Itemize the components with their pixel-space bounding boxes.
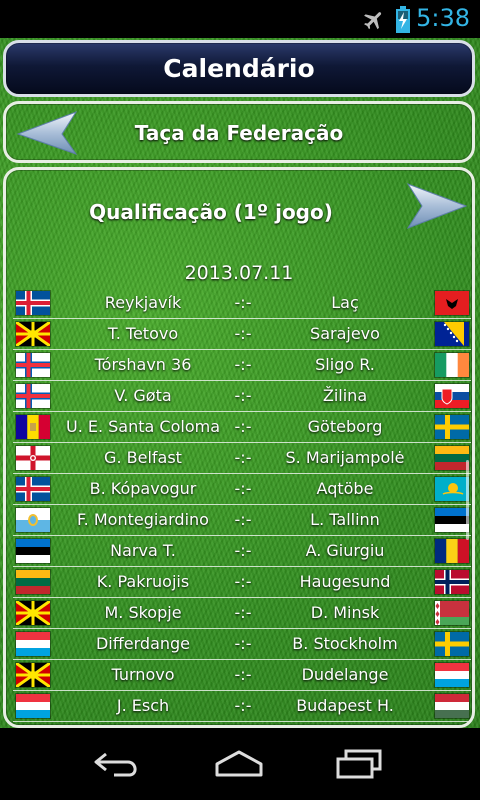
away-team: A. Giurgiu: [305, 541, 385, 560]
home-flag-icon: [16, 415, 50, 439]
away-flag-icon: [435, 353, 469, 377]
home-flag-icon: [16, 384, 50, 408]
scrollbar[interactable]: [466, 460, 469, 540]
home-icon[interactable]: [214, 748, 264, 780]
match-row[interactable]: Turnovo -:- Dudelange: [13, 660, 471, 691]
home-flag-icon: [16, 322, 50, 346]
home-flag-icon: [16, 632, 50, 656]
home-team: F. Montegiardino: [77, 510, 209, 529]
away-team: Sarajevo: [310, 324, 380, 343]
match-row[interactable]: B. Kópavogur -:- Aqtöbe: [13, 474, 471, 505]
match-row[interactable]: K. Pakruojis -:- Haugesund: [13, 567, 471, 598]
home-team: K. Pakruojis: [96, 572, 190, 591]
competition-name: Taça da Federação: [134, 121, 344, 145]
away-flag-icon: [435, 322, 469, 346]
home-flag-icon: [16, 477, 50, 501]
home-flag-icon: [16, 353, 50, 377]
away-team: Budapest H.: [296, 696, 394, 715]
match-row[interactable]: F. Montegiardino -:- L. Tallinn: [13, 505, 471, 536]
away-flag-icon: [435, 291, 469, 315]
recent-apps-icon[interactable]: [334, 748, 384, 780]
away-flag-icon: [435, 477, 469, 501]
fixtures-panel: Qualificação (1º jogo) 2013.07.11 Reykja…: [3, 167, 475, 728]
match-row[interactable]: U. E. Santa Coloma -:- Göteborg: [13, 412, 471, 443]
away-flag-icon: [435, 663, 469, 687]
home-team: T. Tetovo: [107, 324, 179, 343]
airplane-icon: [364, 12, 382, 30]
home-team: V. Gøta: [114, 386, 172, 405]
away-flag-icon: [435, 694, 469, 718]
home-team: M. Skopje: [104, 603, 182, 622]
away-team: Sligo R.: [315, 355, 375, 374]
match-row[interactable]: Narva T. -:- A. Giurgiu: [13, 536, 471, 567]
home-flag-icon: [16, 601, 50, 625]
away-team: Dudelange: [301, 665, 389, 684]
home-flag-icon: [16, 694, 50, 718]
away-team: Žilina: [322, 386, 368, 405]
away-team: S. Marijampolė: [285, 448, 405, 467]
home-team: U. E. Santa Coloma: [65, 417, 220, 436]
home-flag-icon: [16, 570, 50, 594]
away-flag-icon: [435, 601, 469, 625]
away-team: Aqtöbe: [316, 479, 374, 498]
away-team: Laç: [331, 293, 359, 312]
home-flag-icon: [16, 446, 50, 470]
away-flag-icon: [435, 446, 469, 470]
match-row[interactable]: M. Skopje -:- D. Minsk: [13, 598, 471, 629]
home-team: Reykjavík: [104, 293, 182, 312]
match-date: 2013.07.11: [184, 262, 294, 284]
away-team: D. Minsk: [310, 603, 380, 622]
away-flag-icon: [435, 508, 469, 532]
match-row[interactable]: V. Gøta -:- Žilina: [13, 381, 471, 412]
away-flag-icon: [435, 539, 469, 563]
clock: 5:38: [416, 4, 470, 32]
status-bar: 5:38: [0, 0, 480, 38]
away-flag-icon: [435, 415, 469, 439]
away-team: B. Stockholm: [292, 634, 398, 653]
navigation-bar: [0, 728, 480, 800]
home-team: Differdange: [95, 634, 191, 653]
home-flag-icon: [16, 508, 50, 532]
home-flag-icon: [16, 539, 50, 563]
match-row[interactable]: Tórshavn 36 -:- Sligo R.: [13, 350, 471, 381]
home-team: Tórshavn 36: [94, 355, 192, 374]
match-row[interactable]: Differdange -:- B. Stockholm: [13, 629, 471, 660]
match-row[interactable]: G. Belfast -:- S. Marijampolė: [13, 443, 471, 474]
home-flag-icon: [16, 663, 50, 687]
match-row[interactable]: T. Tetovo -:- Sarajevo: [13, 319, 471, 350]
header-bar: Calendário: [3, 40, 475, 97]
away-team: L. Tallinn: [310, 510, 380, 529]
match-list[interactable]: Reykjavík -:- Laç T. Tetovo -:- Sarajevo Tórsh…: [13, 288, 471, 722]
away-team: Göteborg: [307, 417, 383, 436]
home-team: Narva T.: [110, 541, 176, 560]
home-team: Turnovo: [111, 665, 175, 684]
competition-panel: Taça da Federação: [3, 101, 475, 163]
away-flag-icon: [435, 632, 469, 656]
round-title: Qualificação (1º jogo): [89, 200, 333, 224]
away-flag-icon: [435, 570, 469, 594]
home-team: B. Kópavogur: [89, 479, 197, 498]
match-row[interactable]: Reykjavík -:- Laç: [13, 288, 471, 319]
battery-charging-icon: [396, 6, 410, 33]
match-row[interactable]: J. Esch -:- Budapest H.: [13, 691, 471, 722]
back-icon[interactable]: [92, 748, 142, 780]
next-arrow-icon[interactable]: [404, 182, 468, 232]
home-team: J. Esch: [116, 696, 170, 715]
home-team: G. Belfast: [104, 448, 182, 467]
home-flag-icon: [16, 291, 50, 315]
page-title: Calendário: [163, 54, 315, 83]
away-flag-icon: [435, 384, 469, 408]
away-team: Haugesund: [299, 572, 391, 591]
